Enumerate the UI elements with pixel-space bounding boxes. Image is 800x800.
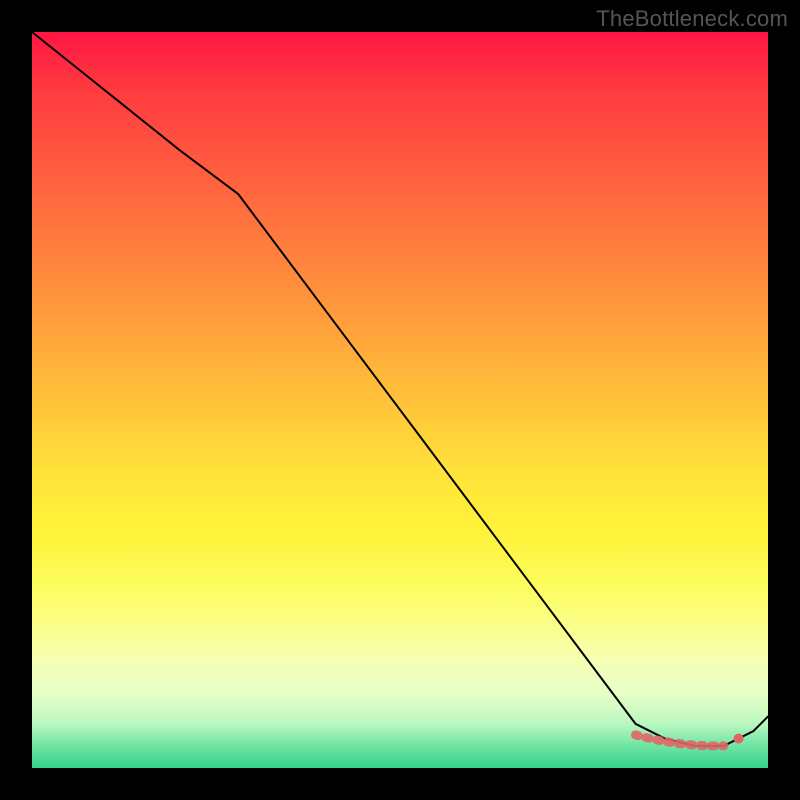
watermark-text: TheBottleneck.com [596,6,788,32]
main-curve [32,32,768,746]
end-point-marker [734,734,744,744]
chart-frame: TheBottleneck.com [0,0,800,800]
chart-overlay [32,32,768,768]
flat-region-marker [636,735,724,746]
